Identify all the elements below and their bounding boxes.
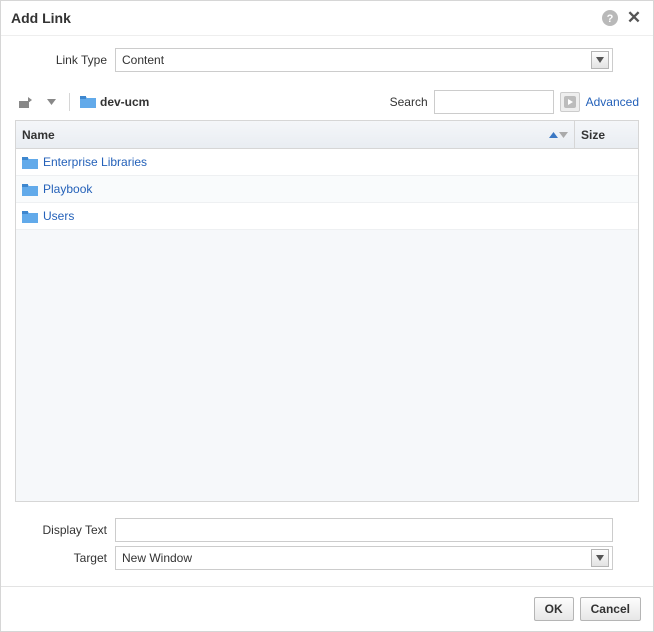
row-label: Users <box>43 209 74 223</box>
cancel-button[interactable]: Cancel <box>580 597 641 621</box>
display-text-row: Display Text <box>15 518 639 542</box>
table-row[interactable]: Users <box>16 203 638 230</box>
target-value: New Window <box>122 551 192 565</box>
search-block: Search Advanced <box>390 90 639 114</box>
svg-text:?: ? <box>607 13 614 25</box>
toolbar-left: dev-ucm <box>15 92 149 112</box>
table-row[interactable]: Enterprise Libraries <box>16 149 638 176</box>
link-type-value: Content <box>122 53 164 67</box>
target-label: Target <box>15 551 115 565</box>
dialog-title: Add Link <box>11 10 595 26</box>
chevron-down-icon <box>591 549 609 567</box>
advanced-search-link[interactable]: Advanced <box>586 95 639 109</box>
content-table: Name Size Enterprise Libraries Playbook Us… <box>15 120 639 502</box>
search-input[interactable] <box>434 90 554 114</box>
table-body: Enterprise Libraries Playbook Users <box>16 149 638 501</box>
bottom-form: Display Text Target New Window <box>15 514 639 574</box>
display-text-label: Display Text <box>15 523 115 537</box>
upload-icon[interactable] <box>15 92 35 112</box>
row-label: Playbook <box>43 182 92 196</box>
row-label: Enterprise Libraries <box>43 155 147 169</box>
folder-icon <box>80 94 96 110</box>
sort-asc-icon <box>549 132 558 138</box>
dialog-footer: OK Cancel <box>1 586 653 631</box>
breadcrumb[interactable]: dev-ucm <box>80 94 149 110</box>
folder-icon <box>22 155 38 169</box>
search-go-button[interactable] <box>560 92 580 112</box>
sort-indicator[interactable] <box>549 132 568 138</box>
column-size[interactable]: Size <box>574 121 638 148</box>
sort-desc-icon <box>559 132 568 138</box>
link-type-label: Link Type <box>15 53 115 67</box>
target-select[interactable]: New Window <box>115 546 613 570</box>
table-row[interactable]: Playbook <box>16 176 638 203</box>
toolbar-divider <box>69 93 70 111</box>
column-name[interactable]: Name <box>16 128 574 142</box>
link-type-select[interactable]: Content <box>115 48 613 72</box>
display-text-input[interactable] <box>115 518 613 542</box>
breadcrumb-current: dev-ucm <box>100 95 149 109</box>
chevron-down-icon <box>591 51 609 69</box>
dialog-body: Link Type Content <box>1 36 653 586</box>
close-icon[interactable]: ✕ <box>625 9 643 27</box>
folder-icon <box>22 182 38 196</box>
dialog-header: Add Link ? ✕ <box>1 1 653 36</box>
table-header: Name Size <box>16 121 638 149</box>
link-type-row: Link Type Content <box>15 48 639 72</box>
target-row: Target New Window <box>15 546 639 570</box>
add-link-dialog: Add Link ? ✕ Link Type Content <box>0 0 654 632</box>
folder-icon <box>22 209 38 223</box>
content-toolbar: dev-ucm Search Advanced <box>15 90 639 114</box>
help-icon[interactable]: ? <box>601 9 619 27</box>
search-label: Search <box>390 95 428 109</box>
view-menu-chevron-icon[interactable] <box>41 92 61 112</box>
ok-button[interactable]: OK <box>534 597 574 621</box>
